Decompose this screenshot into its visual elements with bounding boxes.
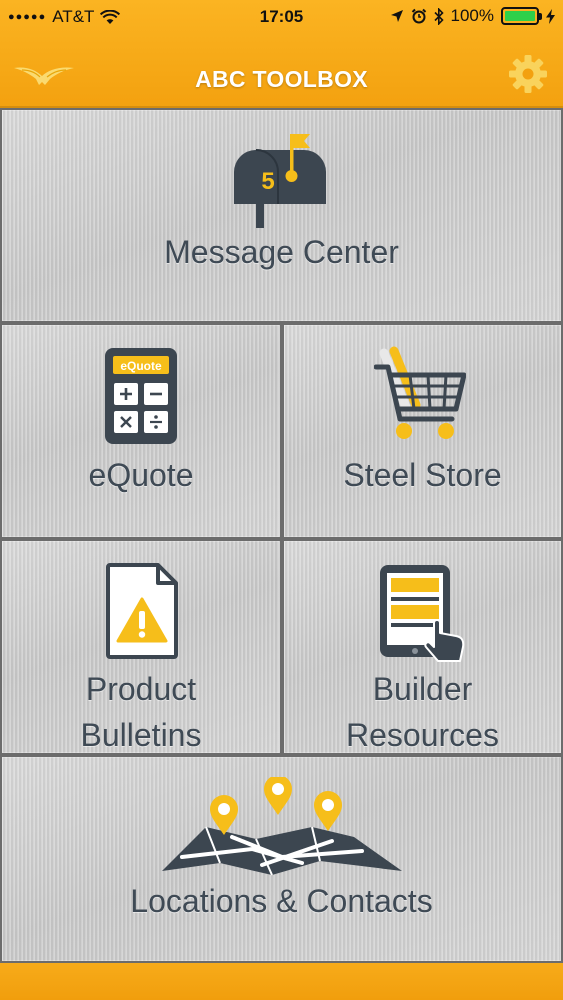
gear-icon[interactable] (507, 53, 549, 95)
battery-percent: 100% (450, 6, 494, 25)
map-pin-right (314, 791, 342, 831)
map-pins-icon (162, 777, 402, 877)
warning-document-icon (106, 563, 178, 659)
calculator-screen-text: eQuote (120, 359, 162, 373)
steel-store-label: Steel Store (343, 457, 502, 493)
tablet-touch-icon (380, 565, 465, 662)
battery-icon (501, 7, 542, 25)
mailbox-icon: 5 (234, 134, 326, 228)
message-center-tile[interactable]: 5 Message Center (2, 110, 561, 321)
builder-resources-tile[interactable]: Builder Resources (284, 541, 561, 753)
bluetooth-icon (433, 7, 444, 25)
equote-tile[interactable]: eQuote eQuote (2, 325, 280, 537)
product-bulletins-label-line2: Bulletins (80, 717, 202, 753)
steel-store-tile[interactable]: Steel Store (284, 325, 561, 537)
product-bulletins-tile[interactable]: Product Bulletins (2, 541, 280, 753)
message-badge: 5 (261, 168, 274, 195)
bottom-bar (0, 963, 563, 1000)
app-title: ABC TOOLBOX (195, 66, 368, 92)
product-bulletins-label-line1: Product (85, 671, 197, 707)
builder-resources-label-line1: Builder (372, 671, 473, 707)
message-center-label: Message Center (164, 234, 399, 270)
locations-contacts-tile[interactable]: Locations & Contacts (2, 757, 561, 961)
locations-contacts-label: Locations & Contacts (130, 883, 433, 919)
location-arrow-icon (390, 10, 403, 22)
alarm-clock-icon (411, 8, 426, 24)
shopping-cart-icon (374, 346, 466, 439)
status-bar: ●●●●● AT&T 17:05 100% (0, 0, 563, 32)
calculator-icon: eQuote (105, 348, 177, 444)
charging-bolt-icon (546, 8, 555, 24)
status-right: 100% (390, 6, 555, 26)
menu-grid: 5 Message Center eQuote eQuote Steel Sto… (0, 108, 563, 963)
battery-level-fill (505, 11, 535, 21)
equote-label: eQuote (88, 457, 194, 493)
map-pin-center (264, 777, 292, 815)
app-header: ●●●●● AT&T 17:05 100% ABC TOOLBOX (0, 0, 563, 108)
builder-resources-label-line2: Resources (346, 717, 499, 753)
